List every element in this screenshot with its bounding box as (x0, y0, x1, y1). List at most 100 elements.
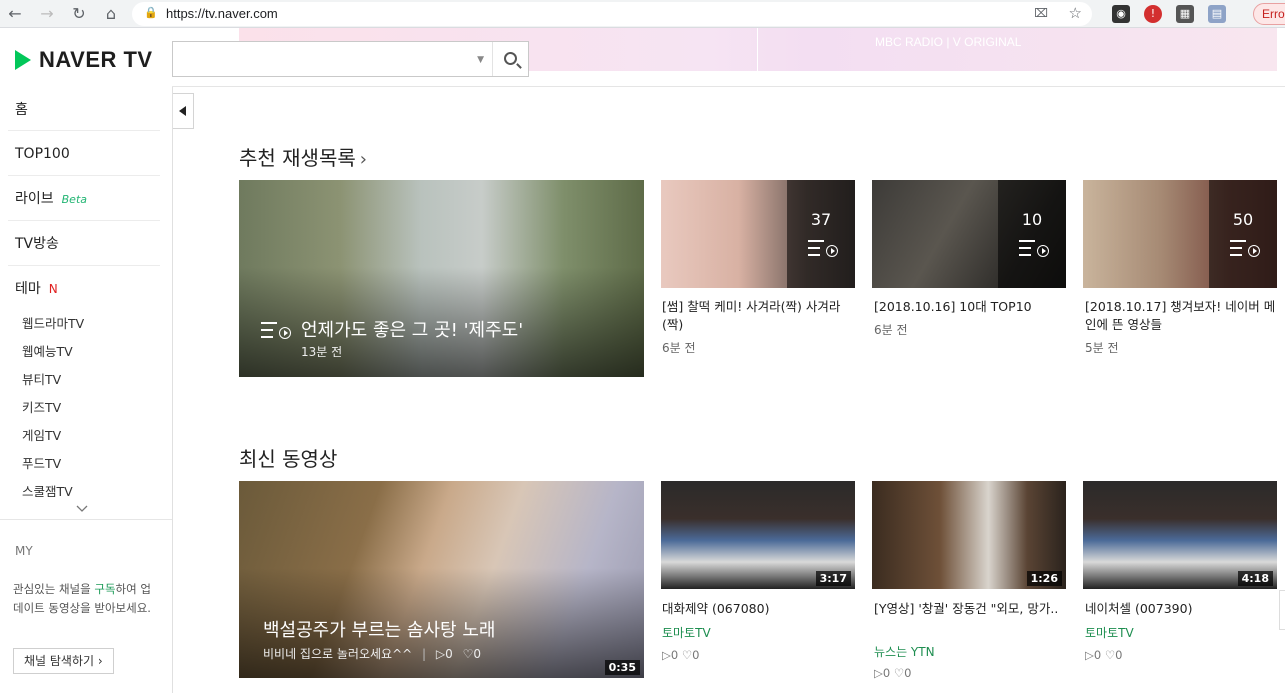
recommended-section-title[interactable]: 추천 재생목록 › (239, 142, 367, 171)
banner-text: MBC RADIO | V ORIGINAL (875, 35, 1022, 49)
sidebar-subitem[interactable]: 웹드라마TV (22, 313, 84, 332)
extension-alert-icon[interactable]: ! (1144, 5, 1162, 23)
lock-icon: 🔒 (144, 6, 158, 19)
playlist-icon (261, 321, 291, 339)
my-title: MY (15, 544, 33, 558)
beta-badge: Beta (61, 193, 88, 206)
playlist-title[interactable]: [2018.10.17] 챙겨보자! 네이버 메인에 뜬 영상들 (1085, 298, 1279, 334)
sidebar-item-label: 라이브 (15, 191, 54, 207)
video-card[interactable]: 4:18 (1083, 481, 1277, 589)
featured-video-card[interactable]: 백설공주가 부르는 솜사탕 노래 비비네 집으로 놀러오세요^^ | ▷0 ♡0… (239, 481, 644, 678)
sidebar-subitem[interactable]: 게임TV (22, 425, 61, 444)
carousel-next-tab[interactable] (1279, 590, 1285, 630)
playlist-icon (1230, 239, 1260, 257)
playlist-title[interactable]: [썸] 찰떡 케미! 사겨라(짝) 사겨라(짝) (662, 298, 856, 334)
video-title[interactable]: [Y영상] '창궐' 장동건 "외모, 망가.. (874, 600, 1068, 618)
sidebar-divider (8, 175, 160, 176)
video-stats: ▷0 ♡0 (874, 666, 911, 680)
channel-name[interactable]: 토마토TV (1085, 624, 1134, 641)
like-icon: ♡ (462, 647, 474, 661)
sidebar-item-live[interactable]: 라이브 Beta (15, 189, 160, 210)
play-count: 0 (1093, 648, 1102, 662)
forward-icon[interactable]: → (36, 3, 58, 25)
latest-section-title: 최신 동영상 (239, 447, 338, 471)
play-count-icon: ▷ (662, 648, 671, 662)
address-bar[interactable]: 🔒 https://tv.naver.com ⌧ ☆ (132, 2, 1092, 26)
sidebar: 홈 TOP100 라이브 Beta TV방송 테마 N 웹드라마TV 웹예능TV 뷰… (0, 87, 173, 693)
featured-playlist-card[interactable]: 언제가도 좋은 그 곳! '제주도' 13분 전 (239, 180, 644, 377)
like-icon: ♡ (1104, 648, 1116, 662)
sidebar-item-home[interactable]: 홈 (15, 100, 160, 120)
video-duration: 4:18 (1237, 571, 1273, 586)
video-duration: 0:35 (604, 660, 640, 675)
playlist-card[interactable]: 10 (872, 180, 1066, 288)
featured-time: 13분 전 (301, 345, 343, 359)
translate-icon[interactable]: ⌧ (1034, 6, 1048, 20)
sidebar-divider (8, 130, 160, 131)
video-title[interactable]: 대화제약 (067080) (662, 600, 856, 618)
play-count: 0 (445, 647, 453, 661)
play-count-icon: ▷ (435, 647, 446, 661)
sidebar-subitem[interactable]: 키즈TV (22, 397, 61, 416)
play-logo-icon (15, 50, 31, 70)
search-button[interactable] (492, 42, 528, 76)
sidebar-item-label: TV방송 (15, 236, 59, 252)
subscribe-link[interactable]: 구독 (94, 582, 115, 596)
playlist-card[interactable]: 37 (661, 180, 855, 288)
extension-shield-icon[interactable]: ▤ (1208, 5, 1226, 23)
chevron-down-icon[interactable]: ▼ (477, 55, 484, 65)
sidebar-item-top100[interactable]: TOP100 (15, 144, 160, 164)
section-title-text: 추천 재생목록 (239, 146, 356, 170)
reload-icon[interactable]: ↻ (68, 3, 90, 25)
featured-title: 언제가도 좋은 그 곳! '제주도' (301, 320, 524, 341)
browser-error-badge[interactable]: Error (1253, 3, 1285, 25)
my-description: 관심있는 채널을 구독하여 업데이트 동영상을 받아보세요. (13, 580, 153, 618)
browser-toolbar: ← → ↻ ⌂ 🔒 https://tv.naver.com ⌧ ☆ ◉ ! ▦… (0, 0, 1285, 28)
play-count-icon: ▷ (874, 666, 883, 680)
like-icon: ♡ (893, 666, 905, 680)
new-badge: N (48, 282, 58, 296)
naver-tv-logo[interactable]: NAVER TV (15, 47, 153, 72)
header-divider (172, 86, 1285, 87)
play-count: 0 (882, 666, 891, 680)
extension-mask-icon[interactable]: ◉ (1112, 5, 1130, 23)
featured-video-title: 백설공주가 부르는 솜사탕 노래 (263, 620, 496, 641)
logo-text: NAVER TV (39, 47, 153, 72)
playlist-time: 6분 전 (662, 341, 696, 355)
sidebar-subitem[interactable]: 뷰티TV (22, 369, 61, 388)
channel-name[interactable]: 비비네 집으로 놀러오세요^^ (263, 647, 412, 661)
video-card[interactable]: 3:17 (661, 481, 855, 589)
channel-name[interactable]: 토마토TV (662, 624, 711, 641)
chevron-down-icon[interactable] (76, 503, 88, 515)
back-icon[interactable]: ← (4, 3, 26, 25)
sidebar-subitem[interactable]: 푸드TV (22, 453, 61, 472)
playlist-title[interactable]: [2018.10.16] 10대 TOP10 (874, 298, 1068, 316)
banner-divider (757, 28, 758, 71)
play-count-icon: ▷ (1085, 648, 1094, 662)
sidebar-subitem[interactable]: 스쿨잼TV (22, 481, 73, 500)
like-count: 0 (692, 648, 700, 662)
like-count: 0 (1115, 648, 1123, 662)
search-box[interactable]: ▼ (172, 41, 529, 77)
bookmark-star-icon[interactable]: ☆ (1069, 4, 1082, 22)
video-card[interactable]: 1:26 (872, 481, 1066, 589)
channel-name[interactable]: 뉴스는 YTN (874, 643, 935, 660)
video-stats: ▷0 ♡0 (662, 648, 699, 662)
sidebar-divider (8, 265, 160, 266)
home-icon[interactable]: ⌂ (100, 3, 122, 25)
playlist-count: 10 (1021, 210, 1043, 229)
explore-channels-button[interactable]: 채널 탐색하기 › (13, 648, 114, 674)
sidebar-item-theme[interactable]: 테마 N (15, 279, 160, 299)
playlist-card[interactable]: 50 (1083, 180, 1277, 288)
sidebar-item-label: TOP100 (15, 146, 70, 162)
extension-screenshot-icon[interactable]: ▦ (1176, 5, 1194, 23)
playlist-time: 5분 전 (1085, 341, 1119, 355)
video-title[interactable]: 네이처셀 (007390) (1085, 600, 1279, 618)
sidebar-item-tv[interactable]: TV방송 (15, 234, 160, 254)
sidebar-subitem[interactable]: 웹예능TV (22, 341, 73, 360)
playlist-overlay (998, 180, 1066, 288)
sidebar-collapse-button[interactable] (173, 93, 194, 129)
like-icon: ♡ (681, 648, 693, 662)
like-count: 0 (904, 666, 912, 680)
sidebar-item-label: 홈 (15, 102, 28, 118)
